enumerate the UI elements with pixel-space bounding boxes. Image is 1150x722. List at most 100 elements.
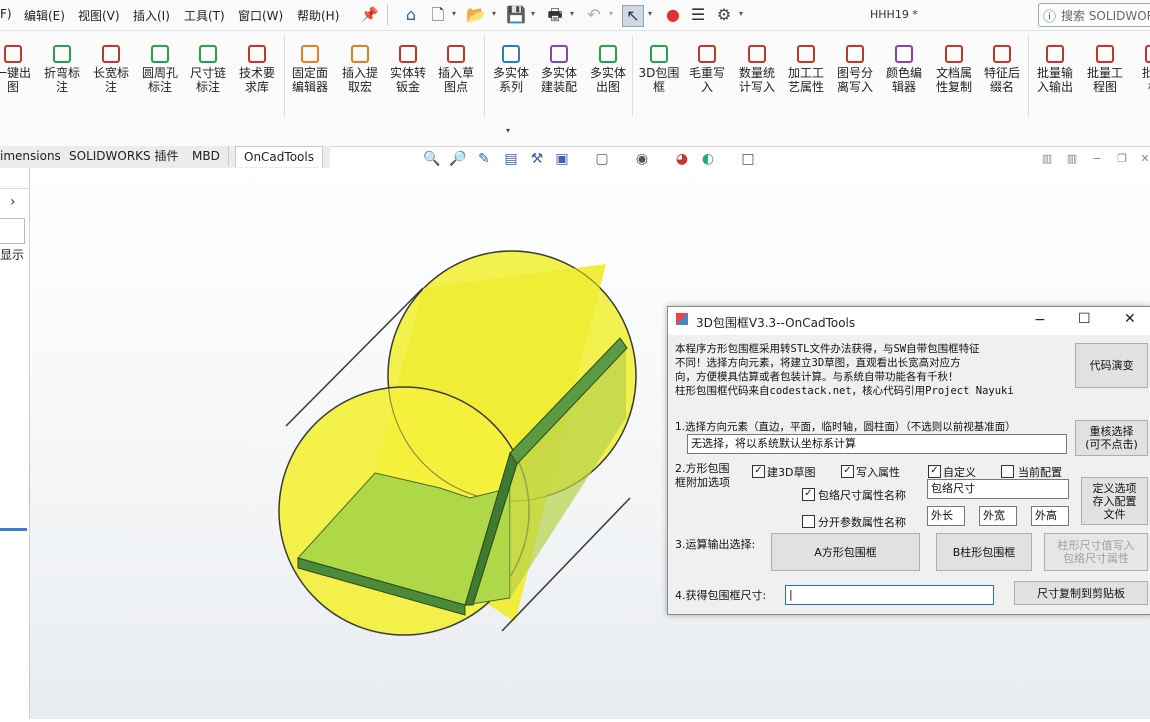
checkbox-split-properties[interactable] [802, 515, 815, 528]
ribbon-button[interactable]: 长宽标 注 [85, 45, 137, 94]
ribbon-button[interactable]: 圆周孔 标注 [134, 45, 186, 94]
save-config-button[interactable]: 定义选项 存入配置 文件 [1081, 477, 1148, 525]
ribbon-button[interactable]: 毛重写 入 [681, 45, 733, 94]
maximize-icon[interactable]: ☐ [1078, 311, 1091, 327]
outer-length-input[interactable]: 外长 [927, 506, 965, 526]
ribbon-button[interactable]: 批量 标 [1128, 45, 1150, 94]
tab-oncadtools[interactable]: OnCadTools [235, 146, 323, 167]
checkbox-write-property[interactable]: ✓ [841, 465, 854, 478]
ribbon-button[interactable]: 技术要 求库 [231, 45, 283, 94]
reselect-button[interactable]: 重核选择 (可不点击) [1075, 420, 1148, 456]
direction-element-field[interactable]: 无选择，将以系统默认坐标系计算 [687, 434, 1067, 454]
menu-help[interactable]: 帮助(H) [297, 7, 339, 24]
pin-icon[interactable]: 📌 [360, 5, 380, 25]
close-icon[interactable]: ✕ [1124, 311, 1136, 327]
menu-window[interactable]: 窗口(W) [238, 7, 283, 24]
tab-solidworks-addins[interactable]: SOLIDWORKS 插件 [61, 146, 188, 166]
bounding-size-output[interactable]: | [785, 585, 994, 605]
minimize-icon[interactable]: − [1088, 150, 1106, 168]
select-icon[interactable]: ↖ [622, 5, 644, 27]
print-icon[interactable]: 🖶 [545, 5, 565, 25]
menu-insert[interactable]: 插入(I) [133, 7, 170, 24]
new-document-icon[interactable]: 🗋 [428, 5, 448, 25]
menu-edit[interactable]: 编辑(E) [24, 7, 65, 24]
options-gear-icon[interactable]: ⚙ [714, 5, 734, 25]
chevron-down-icon[interactable]: ▾ [492, 9, 496, 18]
previous-view-icon[interactable]: ✎ [475, 150, 493, 168]
chevron-down-icon[interactable]: ▾ [609, 9, 613, 18]
chevron-down-icon[interactable]: ▾ [739, 9, 743, 18]
step4-label: 4.获得包围框尺寸: [675, 589, 767, 602]
checkbox-current-config[interactable] [1001, 465, 1014, 478]
ribbon-button[interactable]: 3D包围 框 [633, 45, 685, 94]
rectangular-box-button[interactable]: A方形包围框 [771, 533, 920, 571]
restore-icon[interactable]: ❐ [1113, 150, 1131, 168]
minimize-icon[interactable]: − [1034, 312, 1046, 328]
view-settings-icon[interactable]: □ [739, 150, 757, 168]
ribbon-button[interactable]: 颜色编 辑器 [878, 45, 930, 94]
edit-appearance-icon[interactable]: ◕ [673, 150, 691, 168]
zoom-to-fit-icon[interactable]: 🔍 [423, 150, 441, 168]
chevron-down-icon[interactable]: ▾ [531, 9, 535, 18]
save-icon[interactable]: 💾 [506, 5, 526, 25]
chevron-down-icon[interactable]: ▾ [570, 9, 574, 18]
checkbox-custom[interactable]: ✓ [928, 465, 941, 478]
section-view-icon[interactable]: ▤ [502, 150, 520, 168]
ribbon-button[interactable]: 多实体 系列 [485, 45, 537, 94]
menu-tools[interactable]: 工具(T) [184, 7, 225, 24]
panel-field[interactable] [0, 218, 25, 244]
ribbon-tool-icon [797, 45, 815, 63]
chevron-down-icon[interactable]: ▾ [452, 9, 456, 18]
ribbon-button[interactable]: 插入草 图点 [430, 45, 482, 94]
write-cylinder-size-button[interactable]: 柱形尺寸值写入 包络尺寸属性 [1044, 533, 1148, 571]
window-tile-icon[interactable]: ▥ [1038, 150, 1056, 168]
cylindrical-box-button[interactable]: B柱形包围框 [936, 533, 1032, 571]
dynamic-annotation-icon[interactable]: ⚒ [528, 150, 546, 168]
ribbon-tool-icon [993, 45, 1011, 63]
apply-scene-icon[interactable]: ◐ [699, 150, 717, 168]
ribbon-button[interactable]: 尺寸链 标注 [182, 45, 234, 94]
search-input[interactable]: ⓘ 搜索 SOLIDWORKS [1038, 3, 1150, 27]
ribbon-separator [1028, 36, 1029, 116]
ribbon-button[interactable]: 图号分 离写入 [829, 45, 881, 94]
checkbox-property-name[interactable]: ✓ [802, 488, 815, 501]
window-tile-icon[interactable]: ▥ [1063, 150, 1081, 168]
file-properties-icon[interactable]: ☰ [688, 5, 708, 25]
traffic-light-icon[interactable]: ● [663, 5, 683, 25]
copy-to-clipboard-button[interactable]: 尺寸复制到剪贴板 [1014, 581, 1148, 605]
chevron-right-icon[interactable]: › [10, 194, 16, 210]
close-icon[interactable]: ✕ [1136, 150, 1150, 168]
ribbon-button[interactable]: 插入提 取宏 [334, 45, 386, 94]
hide-show-icon[interactable]: ◉ [633, 150, 651, 168]
ribbon-button[interactable]: 折弯标 注 [36, 45, 88, 94]
outer-height-input[interactable]: 外高 [1031, 506, 1069, 526]
open-icon[interactable]: 📂 [466, 5, 486, 25]
menu-file[interactable]: F) [0, 7, 12, 21]
ribbon-button[interactable]: 数量统 计写入 [731, 45, 783, 94]
ribbon-button[interactable]: 特征后 缀名 [976, 45, 1028, 94]
ribbon-button[interactable]: 一键出 图 [0, 45, 39, 94]
dialog-titlebar[interactable]: 3D包围框V3.3--OnCadTools − ☐ ✕ [668, 307, 1150, 335]
ribbon-button[interactable]: 加工工 艺属性 [780, 45, 832, 94]
property-name-input[interactable]: 包络尺寸 [927, 479, 1069, 499]
zoom-area-icon[interactable]: 🔎 [449, 150, 467, 168]
tab-dimensions[interactable]: imensions [0, 146, 70, 166]
home-icon[interactable]: ⌂ [401, 5, 421, 25]
outer-width-input[interactable]: 外宽 [979, 506, 1017, 526]
menu-view[interactable]: 视图(V) [78, 7, 120, 24]
ribbon-button[interactable]: 文档属 性复制 [928, 45, 980, 94]
undo-icon[interactable]: ↶ [584, 5, 604, 25]
display-style-icon[interactable]: ▢ [593, 150, 611, 168]
code-demo-button[interactable]: 代码演变 [1075, 343, 1148, 388]
chevron-down-icon[interactable]: ▾ [648, 9, 652, 18]
tab-mbd[interactable]: MBD [184, 146, 229, 166]
ribbon-button[interactable]: 批量输 入输出 [1029, 45, 1081, 94]
chevron-down-icon[interactable]: ▾ [506, 126, 510, 135]
ribbon-button[interactable]: 实体转 钣金 [382, 45, 434, 94]
ribbon-button[interactable]: 固定面 编辑器 [284, 45, 336, 94]
ribbon-button[interactable]: 批量工 程图 [1079, 45, 1131, 94]
ribbon-button[interactable]: 多实体 建装配 [533, 45, 585, 94]
view-orientation-icon[interactable]: ▣ [553, 150, 571, 168]
ribbon-button[interactable]: 多实体 出图 [582, 45, 634, 94]
checkbox-3d-sketch[interactable]: ✓ [752, 465, 765, 478]
